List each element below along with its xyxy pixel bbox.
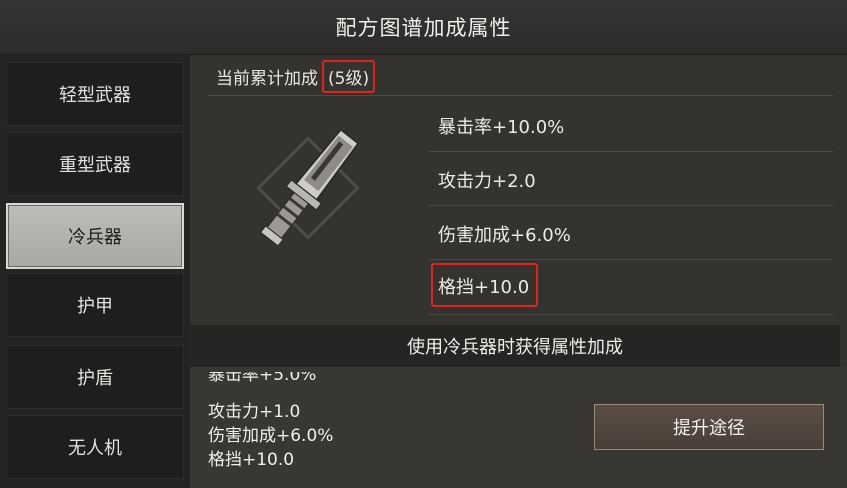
tab-label: 无人机 — [68, 438, 122, 459]
tab-label: 护盾 — [77, 368, 113, 389]
tab-label: 冷兵器 — [68, 227, 122, 248]
stat-attack: 攻击力+2.0 — [438, 171, 536, 192]
current-bonus-label: 当前累计加成 — [216, 68, 318, 89]
stat-divider — [428, 205, 833, 206]
stat-divider — [428, 259, 833, 260]
tab-armor[interactable]: 护甲 — [6, 273, 184, 337]
info-banner: 使用冷兵器时获得属性加成 — [190, 325, 840, 367]
window-title: 配方图谱加成属性 — [0, 0, 847, 55]
melee-weapon-icon — [238, 118, 378, 258]
current-bonus-header: 当前累计加成 (5级) — [216, 58, 376, 94]
stat-block: 格挡+10.0 — [438, 277, 530, 298]
stat-divider — [428, 314, 833, 315]
next-stat-damage-bonus: 伤害加成+6.0% — [208, 426, 334, 446]
stat-divider — [428, 151, 833, 152]
stat-damage-bonus: 伤害加成+6.0% — [438, 225, 571, 246]
tab-drone[interactable]: 无人机 — [6, 415, 184, 479]
tab-shield[interactable]: 护盾 — [6, 345, 184, 409]
next-stat-block: 格挡+10.0 — [208, 450, 295, 470]
next-stat-attack: 攻击力+1.0 — [208, 402, 301, 422]
banner-text: 使用冷兵器时获得属性加成 — [407, 337, 623, 358]
current-level-badge: (5级) — [322, 59, 376, 93]
page-title: 配方图谱加成属性 — [335, 16, 512, 40]
next-stat-crit-rate: 暴击率+5.0% — [208, 372, 317, 385]
upgrade-path-label: 提升途径 — [673, 418, 745, 439]
category-sidebar: 轻型武器 重型武器 冷兵器 护甲 护盾 无人机 — [0, 55, 190, 488]
stat-crit-rate: 暴击率+10.0% — [438, 117, 565, 138]
tab-label: 重型武器 — [59, 155, 131, 176]
tab-melee-weapons[interactable]: 冷兵器 — [6, 203, 184, 269]
tab-light-weapons[interactable]: 轻型武器 — [6, 62, 184, 126]
tab-label: 护甲 — [77, 296, 113, 317]
header-divider — [208, 95, 833, 96]
upgrade-path-button[interactable]: 提升途径 — [594, 404, 824, 450]
tab-heavy-weapons[interactable]: 重型武器 — [6, 132, 184, 196]
tab-label: 轻型武器 — [59, 85, 131, 106]
